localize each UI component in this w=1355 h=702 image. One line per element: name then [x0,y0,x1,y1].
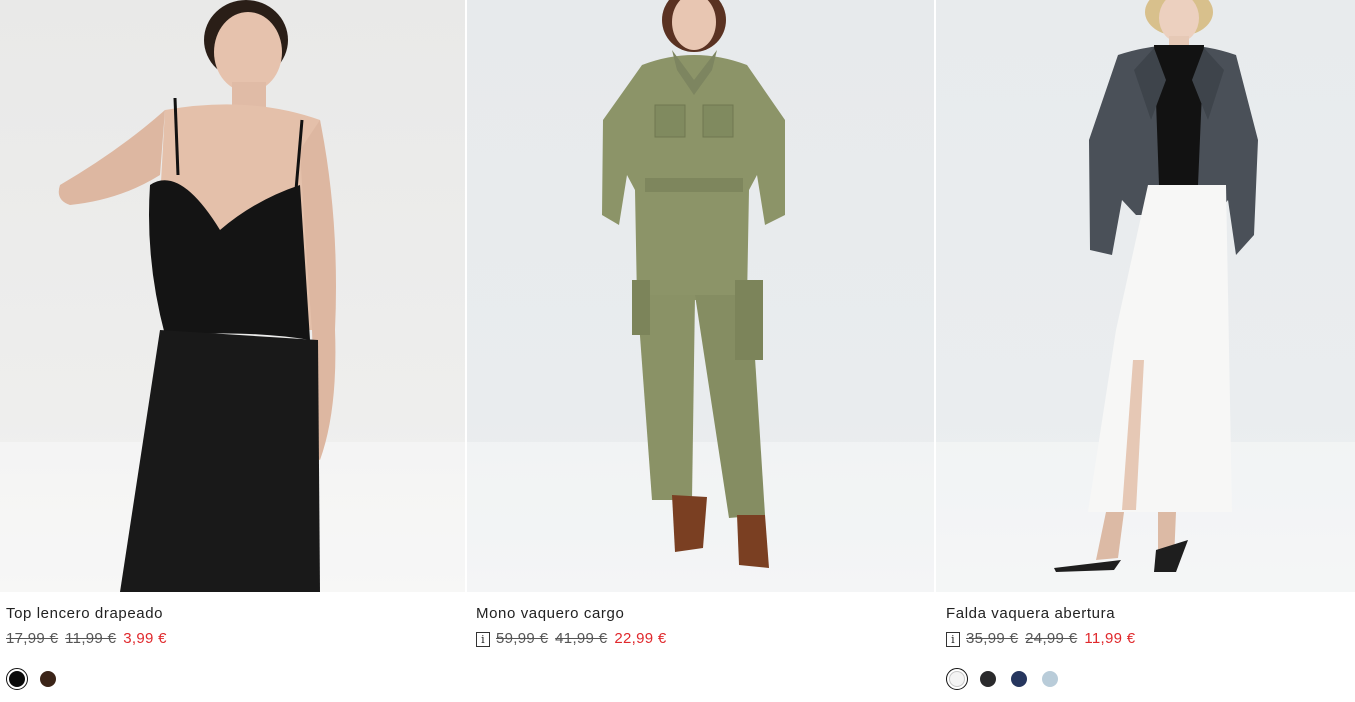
swatch-dot [1042,671,1058,687]
model-illustration [602,0,785,568]
product-card[interactable]: Mono vaquero cargo i 59,99 € 41,99 € 22,… [467,0,934,647]
info-icon[interactable]: i [946,631,960,647]
price-row: i 35,99 € 24,99 € 11,99 € [946,629,1355,649]
color-swatch-light-blue[interactable] [1039,668,1061,690]
color-swatch-brown[interactable] [37,668,59,690]
original-price: 59,99 € [496,630,549,647]
product-info: Mono vaquero cargo i 59,99 € 41,99 € 22,… [476,604,934,649]
model-illustration [58,0,336,592]
previous-price: 11,99 € [65,630,117,647]
color-swatch-navy[interactable] [1008,668,1030,690]
info-icon[interactable]: i [476,631,490,647]
previous-price: 24,99 € [1025,630,1078,647]
swatch-dot [949,671,965,687]
color-swatch-black[interactable] [6,668,28,690]
color-swatch-white[interactable] [946,668,968,690]
product-image[interactable] [936,0,1355,592]
swatch-dot [40,671,56,687]
color-swatches [946,668,1061,690]
color-swatch-charcoal[interactable] [977,668,999,690]
product-name[interactable]: Mono vaquero cargo [476,604,934,624]
swatch-dot [1011,671,1027,687]
previous-price: 41,99 € [555,630,608,647]
product-name[interactable]: Falda vaquera abertura [946,604,1355,624]
product-info: Top lencero drapeado 17,99 € 11,99 € 3,9… [6,604,465,649]
price-row: i 59,99 € 41,99 € 22,99 € [476,629,934,649]
product-name[interactable]: Top lencero drapeado [6,604,465,624]
model-illustration [1054,0,1258,572]
product-info: Falda vaquera abertura i 35,99 € 24,99 €… [946,604,1355,649]
product-image[interactable] [467,0,934,592]
swatch-dot [980,671,996,687]
price-row: 17,99 € 11,99 € 3,99 € [6,629,465,649]
swatch-dot [9,671,25,687]
product-image[interactable] [0,0,465,592]
sale-price: 3,99 € [123,630,167,647]
original-price: 35,99 € [966,630,1019,647]
color-swatches [6,668,59,690]
original-price: 17,99 € [6,630,59,647]
product-card[interactable]: Falda vaquera abertura i 35,99 € 24,99 €… [936,0,1355,690]
sale-price: 22,99 € [614,630,667,647]
sale-price: 11,99 € [1084,630,1136,647]
product-card[interactable]: Top lencero drapeado 17,99 € 11,99 € 3,9… [0,0,465,690]
